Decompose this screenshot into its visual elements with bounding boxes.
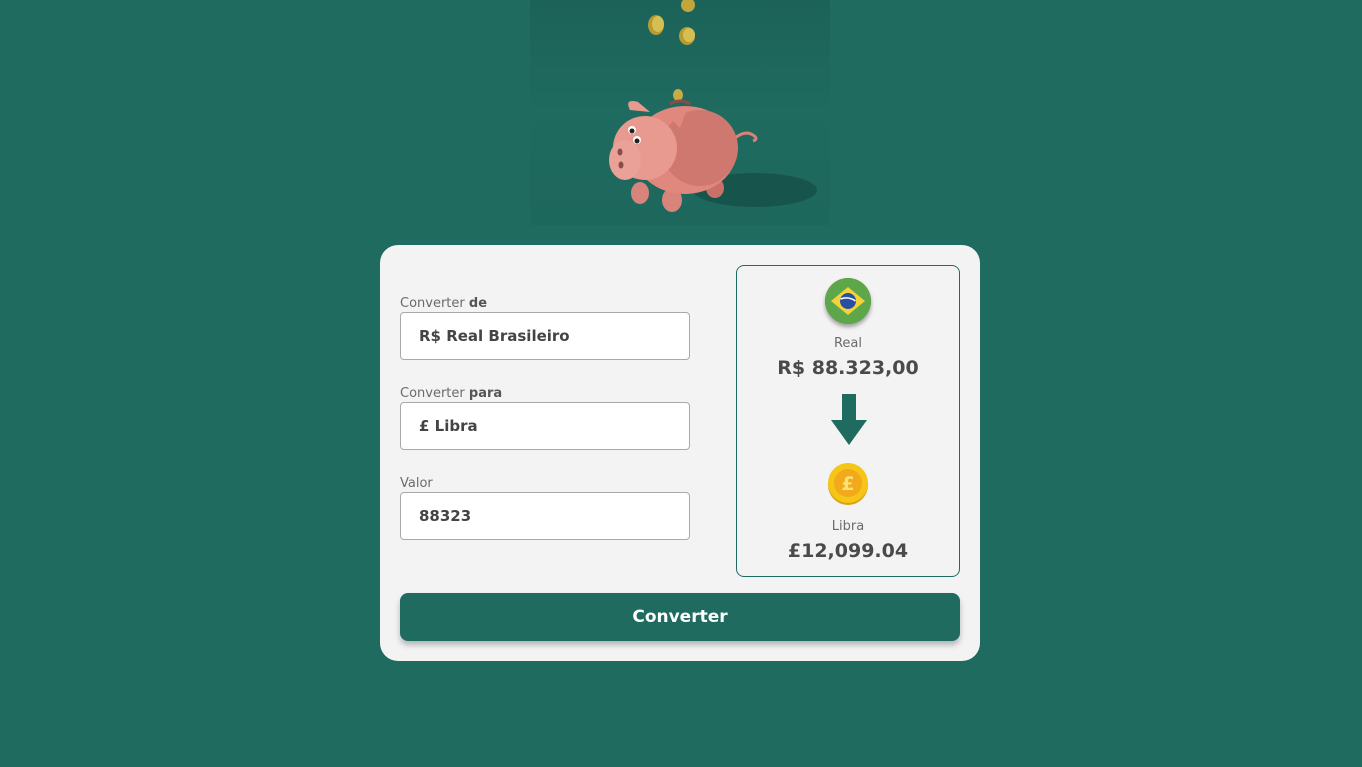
- from-currency-select[interactable]: R$ Real Brasileiro: [400, 312, 690, 360]
- amount-value: 88323: [419, 507, 472, 525]
- piggy-bank-illustration: [530, 0, 830, 225]
- from-amount: R$ 88.323,00: [777, 357, 919, 379]
- pound-coin-icon: £: [826, 462, 870, 506]
- brazil-flag-icon: [825, 278, 871, 324]
- converter-card: Converter de R$ Real Brasileiro Converte…: [380, 245, 980, 661]
- conversion-result-panel: Real R$ 88.323,00 £ Libra £12,099.04: [736, 265, 960, 577]
- amount-input[interactable]: 88323: [400, 492, 690, 540]
- to-amount: £12,099.04: [787, 540, 909, 562]
- from-currency-value: R$ Real Brasileiro: [419, 327, 570, 345]
- to-currency-name: Libra: [831, 519, 865, 534]
- to-currency-value: £ Libra: [419, 417, 478, 435]
- to-currency-select[interactable]: £ Libra: [400, 402, 690, 450]
- to-currency-label: Converter para: [400, 386, 503, 401]
- amount-label: Valor: [400, 476, 433, 491]
- from-currency-name: Real: [833, 336, 863, 351]
- convert-button[interactable]: Converter: [400, 593, 960, 641]
- from-currency-label: Converter de: [400, 296, 488, 311]
- coin-symbol: £: [841, 473, 854, 495]
- arrow-down-icon: [831, 394, 867, 450]
